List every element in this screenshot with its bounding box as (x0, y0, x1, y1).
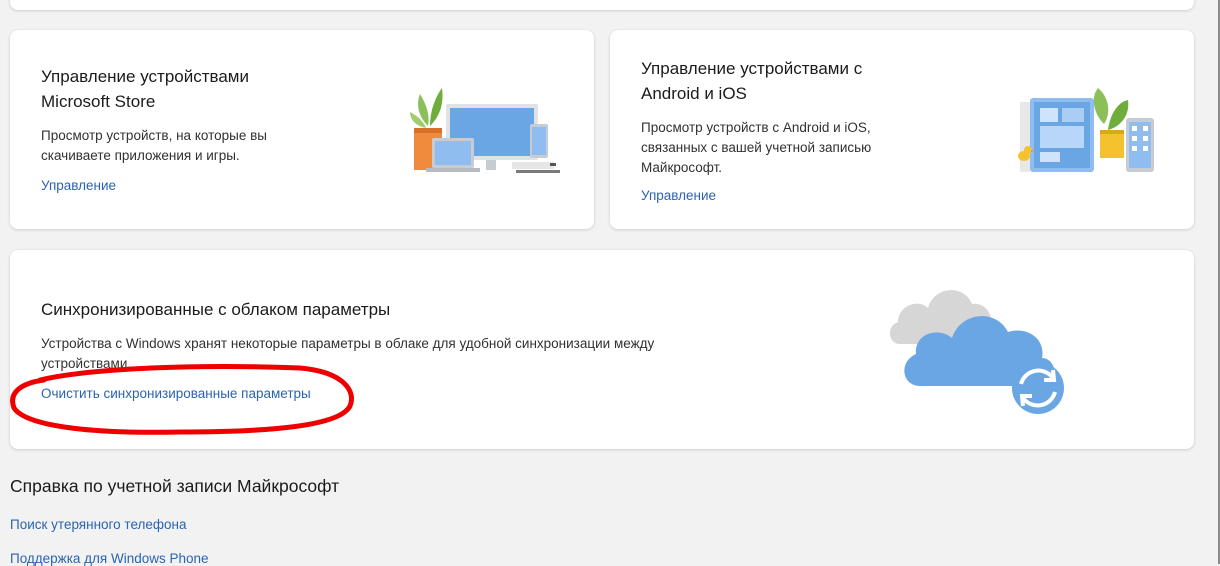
devices-illustration (410, 88, 560, 173)
clear-synced-settings-link[interactable]: Очистить синхронизированные параметры (41, 386, 311, 401)
sync-settings-title: Синхронизированные с облаком параметры (41, 300, 391, 319)
top-card-edge (10, 0, 1194, 10)
mobile-devices-description: Просмотр устройств с Android и iOS, связа… (641, 120, 872, 175)
find-lost-phone-link[interactable]: Поиск утерянного телефона (10, 517, 186, 532)
mobile-manage-link[interactable]: Управление (641, 188, 716, 203)
store-manage-link[interactable]: Управление (41, 178, 116, 193)
sync-settings-card: Синхронизированные с облаком параметры У… (10, 250, 1194, 449)
store-devices-title: Управление устройствами Microsoft Store (41, 67, 249, 111)
store-devices-card: Управление устройствами Microsoft Store П… (10, 30, 594, 229)
mobile-devices-title: Управление устройствами с Android и iOS (641, 59, 863, 103)
cloud-sync-illustration (889, 290, 1064, 414)
store-devices-description: Просмотр устройств, на которые вы скачива… (41, 128, 267, 163)
help-section-title: Справка по учетной записи Майкрософт (10, 476, 340, 496)
mobile-devices-card: Управление устройствами с Android и iOS П… (610, 30, 1194, 229)
mobile-devices-illustration (1018, 88, 1154, 172)
sync-settings-description: Устройства с Windows хранят некоторые па… (41, 336, 655, 371)
